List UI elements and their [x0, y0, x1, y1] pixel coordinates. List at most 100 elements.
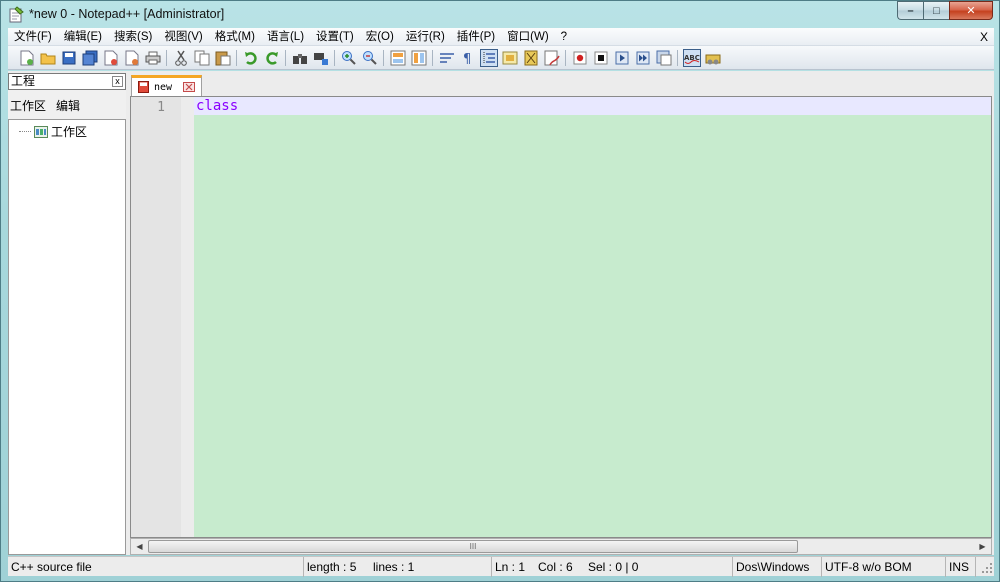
doc-map-icon[interactable]: [522, 49, 540, 67]
cut-icon[interactable]: [172, 49, 190, 67]
record-macro-icon[interactable]: [571, 49, 589, 67]
status-file-type: C++ source file: [8, 557, 304, 577]
project-menu-workspace[interactable]: 工作区: [10, 97, 46, 114]
menu-bar: 文件(F) 编辑(E) 搜索(S) 视图(V) 格式(M) 语言(L) 设置(T…: [8, 28, 994, 46]
tab-close-icon[interactable]: [183, 82, 196, 92]
menu-settings[interactable]: 设置(T): [310, 28, 360, 46]
sync-horizontal-icon[interactable]: [410, 49, 428, 67]
menu-plugins[interactable]: 插件(P): [451, 28, 501, 46]
save-macro-icon[interactable]: [655, 49, 673, 67]
fold-margin[interactable]: [181, 97, 194, 537]
close-window-button[interactable]: ✕: [949, 1, 993, 20]
stop-record-icon[interactable]: [592, 49, 610, 67]
project-panel: 工程 x 工作区 编辑 工作区: [8, 73, 126, 555]
project-tree[interactable]: 工作区: [8, 119, 126, 555]
menu-format[interactable]: 格式(M): [209, 28, 261, 46]
toolbar-separator: [334, 49, 335, 66]
notepad-app-icon: [9, 6, 24, 23]
editor-region: new 1 class ◀ III ▶: [130, 71, 994, 555]
tab-strip: new: [130, 71, 994, 96]
scroll-left-arrow-icon[interactable]: ◀: [132, 540, 147, 553]
workspace-icon: [34, 125, 48, 138]
tree-item-label: 工作区: [51, 125, 88, 139]
unsaved-file-icon: [138, 81, 149, 93]
menu-edit[interactable]: 编辑(E): [58, 28, 108, 46]
window-title: *new 0 - Notepad++ [Administrator]: [29, 7, 225, 21]
resize-grip-icon[interactable]: [980, 561, 994, 575]
save-all-icon[interactable]: [81, 49, 99, 67]
menu-run[interactable]: 运行(R): [400, 28, 451, 46]
menu-macro[interactable]: 宏(O): [360, 28, 400, 46]
menu-window[interactable]: 窗口(W): [501, 28, 555, 46]
scrollbar-grip: III: [469, 542, 477, 551]
print-icon[interactable]: [144, 49, 162, 67]
paste-icon[interactable]: [214, 49, 232, 67]
status-lines: lines : 1: [370, 557, 492, 577]
user-lang-icon[interactable]: [501, 49, 519, 67]
run-macro-multiple-icon[interactable]: [634, 49, 652, 67]
toolbar-separator: [383, 49, 384, 66]
play-macro-icon[interactable]: [613, 49, 631, 67]
toolbar: ¶ ABC: [8, 46, 994, 70]
zoom-out-icon[interactable]: [361, 49, 379, 67]
minimize-button[interactable]: –: [897, 1, 923, 20]
maximize-button[interactable]: □: [923, 1, 949, 20]
save-icon[interactable]: [60, 49, 78, 67]
toolbar-separator: [166, 49, 167, 66]
tree-item-workspace[interactable]: 工作区: [19, 123, 87, 140]
status-encoding: UTF-8 w/o BOM: [822, 557, 946, 577]
menu-language[interactable]: 语言(L): [261, 28, 310, 46]
redo-icon[interactable]: [263, 49, 281, 67]
open-file-icon[interactable]: [39, 49, 57, 67]
tab-new[interactable]: new: [131, 75, 202, 96]
toolbar-separator: [236, 49, 237, 66]
replace-icon[interactable]: [312, 49, 330, 67]
plugin-icon[interactable]: [704, 49, 722, 67]
toolbar-separator: [285, 49, 286, 66]
toolbar-separator: [432, 49, 433, 66]
status-eol: Dos\Windows: [733, 557, 822, 577]
tab-label: new: [154, 81, 173, 93]
code-editor[interactable]: 1 class: [130, 96, 992, 538]
menu-help[interactable]: ?: [555, 28, 573, 46]
project-menu-edit[interactable]: 编辑: [56, 97, 80, 114]
undo-icon[interactable]: [242, 49, 260, 67]
project-panel-close-button[interactable]: x: [112, 76, 123, 87]
indent-guide-icon[interactable]: [479, 48, 498, 67]
project-panel-caption: 工程 x: [8, 73, 126, 90]
current-line-highlight: [194, 97, 991, 115]
close-document-button[interactable]: X: [980, 28, 988, 46]
close-all-icon[interactable]: [123, 49, 141, 67]
line-number: 1: [157, 100, 165, 115]
spell-check-icon[interactable]: ABC: [682, 48, 701, 67]
menu-search[interactable]: 搜索(S): [108, 28, 158, 46]
show-all-chars-icon[interactable]: ¶: [459, 49, 477, 67]
title-bar: *new 0 - Notepad++ [Administrator] – □ ✕: [1, 1, 999, 28]
caption-buttons: – □ ✕: [897, 1, 993, 21]
project-panel-title: 工程: [11, 74, 36, 88]
horizontal-scrollbar[interactable]: ◀ III ▶: [130, 538, 992, 555]
find-icon[interactable]: [291, 49, 309, 67]
sync-vertical-icon[interactable]: [389, 49, 407, 67]
function-list-icon[interactable]: [543, 49, 561, 67]
menu-file[interactable]: 文件(F): [8, 28, 58, 46]
copy-icon[interactable]: [193, 49, 211, 67]
menu-view[interactable]: 视图(V): [158, 28, 208, 46]
application-window: *new 0 - Notepad++ [Administrator] – □ ✕…: [0, 0, 1000, 582]
status-insert-mode: INS: [946, 557, 976, 577]
word-wrap-icon[interactable]: [438, 49, 456, 67]
code-line-text[interactable]: class: [196, 98, 238, 114]
zoom-in-icon[interactable]: [340, 49, 358, 67]
svg-text:¶: ¶: [463, 52, 471, 65]
line-number-gutter: 1: [131, 97, 181, 537]
close-file-icon[interactable]: [102, 49, 120, 67]
project-panel-menu: 工作区 编辑: [10, 97, 80, 114]
main-area: 工程 x 工作区 编辑 工作区 new 1 class ◀ III ▶: [8, 71, 994, 555]
toolbar-separator: [677, 49, 678, 66]
tree-connector: [19, 131, 31, 132]
scroll-right-arrow-icon[interactable]: ▶: [975, 540, 990, 553]
new-file-icon[interactable]: [18, 49, 36, 67]
status-bar: C++ source file length : 5 lines : 1 Ln …: [8, 556, 994, 577]
status-length: length : 5: [307, 560, 357, 574]
scrollbar-thumb[interactable]: III: [148, 540, 798, 553]
